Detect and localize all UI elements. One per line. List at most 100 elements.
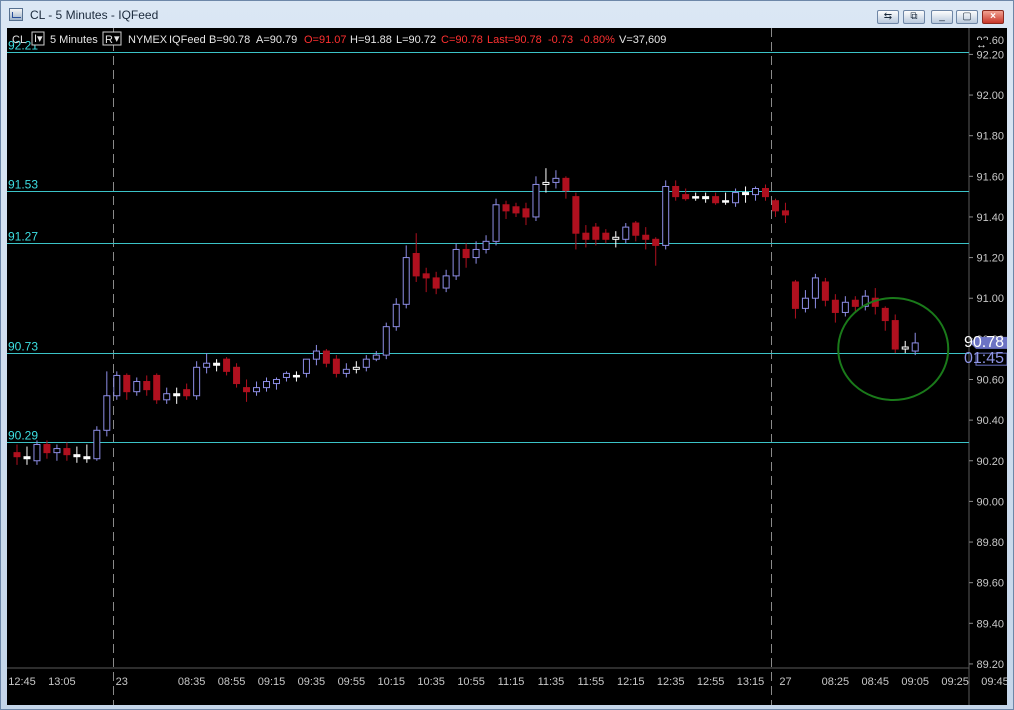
x-tick-label: 09:35	[298, 676, 326, 688]
candlestick-chart[interactable]: 92.2191.5391.2790.7390.29 CL I▾ 5 Minute…	[7, 28, 1007, 705]
candle-body	[223, 358, 231, 372]
candle-body	[582, 232, 590, 240]
expand-arrow-icon: ↔	[976, 39, 987, 51]
candle-body	[762, 188, 769, 198]
candle-body	[722, 200, 730, 203]
candle-body	[312, 350, 320, 360]
candle[interactable]	[153, 373, 161, 404]
low-value: L=90.72	[396, 34, 436, 46]
close-value: C=90.78	[441, 34, 483, 46]
x-tick-label: 12:45	[8, 676, 36, 688]
candle-body	[911, 342, 919, 352]
chart-panel[interactable]: 92.21 91.53 91.27 90.73 90.29 CL I▾ 5 Minute…	[7, 28, 1007, 705]
candle-body	[502, 204, 510, 212]
candle-body	[372, 354, 380, 360]
level-label-4: 90.29	[8, 429, 38, 443]
change-value: -0.73	[548, 34, 573, 46]
replay-label: R	[105, 34, 113, 46]
x-tick-label: 11:35	[538, 676, 565, 688]
x-tick-label: 09:05	[901, 676, 929, 688]
candle-body	[482, 240, 490, 250]
last-price-label: 90.78	[964, 334, 1004, 351]
window-title: CL - 5 Minutes - IQFeed	[30, 8, 159, 22]
exchange-label: NYMEX	[128, 34, 168, 46]
candle-body	[522, 208, 530, 218]
candle-body	[682, 194, 690, 200]
feed-label: IQFeed	[169, 34, 206, 46]
candle-body	[452, 248, 460, 277]
candle-body	[382, 326, 390, 356]
candle-body	[771, 200, 779, 212]
candle-body	[752, 188, 760, 196]
minimize-button[interactable]: _	[931, 10, 953, 24]
y-tick-label: 89.80	[976, 537, 1004, 549]
level-label-1: 91.53	[8, 178, 38, 192]
candle[interactable]	[93, 426, 101, 461]
x-tick-label: 23	[116, 676, 128, 688]
candle[interactable]	[492, 198, 500, 246]
candle-body	[173, 393, 181, 397]
candle-body	[322, 350, 330, 364]
chart-app-icon	[9, 8, 23, 21]
y-tick-label: 91.00	[976, 293, 1004, 305]
candle-body	[133, 381, 141, 393]
candle-body	[352, 366, 360, 370]
candle-body	[851, 299, 859, 307]
candle-body	[163, 393, 171, 401]
candle-body	[811, 277, 819, 299]
x-tick-label: 12:55	[697, 676, 725, 688]
candle-body	[742, 192, 750, 196]
bid-value: B=90.78	[209, 34, 250, 46]
close-button[interactable]: ×	[982, 10, 1004, 24]
ask-value: A=90.79	[256, 34, 297, 46]
candle-body	[63, 448, 71, 456]
symbol-label[interactable]: CL	[12, 34, 26, 46]
candle[interactable]	[113, 371, 121, 400]
candle-body	[542, 181, 550, 185]
candle-body	[622, 226, 630, 240]
candle-body	[362, 358, 370, 368]
candle-body	[302, 358, 310, 374]
y-tick-label: 90.00	[976, 496, 1004, 508]
x-tick-label: 09:15	[258, 676, 286, 688]
candle[interactable]	[891, 314, 899, 354]
x-tick-label: 08:55	[218, 676, 246, 688]
candle[interactable]	[662, 180, 670, 250]
candle-body	[841, 301, 849, 313]
candle-body	[113, 374, 121, 397]
y-tick-label: 91.80	[976, 131, 1004, 143]
chart-header: CL I▾ 5 Minutes R ▾ NYMEX IQFeed B=90.78…	[12, 31, 666, 46]
interval-label[interactable]: 5 Minutes	[50, 34, 98, 46]
candle-body	[552, 177, 560, 183]
candle-body	[153, 374, 161, 401]
chart-background	[7, 28, 1007, 705]
x-tick-label: 12:35	[657, 676, 685, 688]
candle[interactable]	[382, 322, 390, 360]
last-value: Last=90.78	[487, 34, 542, 46]
detach-window-button[interactable]: ⧉	[903, 10, 925, 24]
menu-arrow-icon: I▾	[34, 33, 43, 45]
x-tick-label: 27	[779, 676, 791, 688]
candle-body	[23, 456, 31, 460]
candle[interactable]	[33, 440, 41, 465]
y-tick-label: 91.60	[976, 171, 1004, 183]
x-tick-label: 10:35	[417, 676, 445, 688]
x-tick-label: 11:15	[498, 676, 525, 688]
y-tick-label: 92.20	[976, 49, 1004, 61]
candle-body	[901, 346, 909, 350]
candle[interactable]	[193, 361, 201, 400]
x-tick-label: 12:15	[617, 676, 645, 688]
y-tick-label: 92.00	[976, 90, 1004, 102]
y-tick-label: 90.60	[976, 374, 1004, 386]
title-bar[interactable]: CL - 5 Minutes - IQFeed ⇆ ⧉ _ ▢ ×	[1, 1, 1013, 28]
candle-body	[572, 196, 580, 234]
candle-body	[712, 196, 720, 204]
candle[interactable]	[233, 363, 241, 388]
maximize-button[interactable]: ▢	[956, 10, 978, 24]
candle-body	[602, 232, 610, 240]
candle-body	[13, 452, 21, 458]
candle-body	[662, 185, 670, 246]
candle-body	[253, 387, 261, 393]
link-window-button[interactable]: ⇆	[877, 10, 899, 24]
candle-body	[801, 297, 809, 309]
